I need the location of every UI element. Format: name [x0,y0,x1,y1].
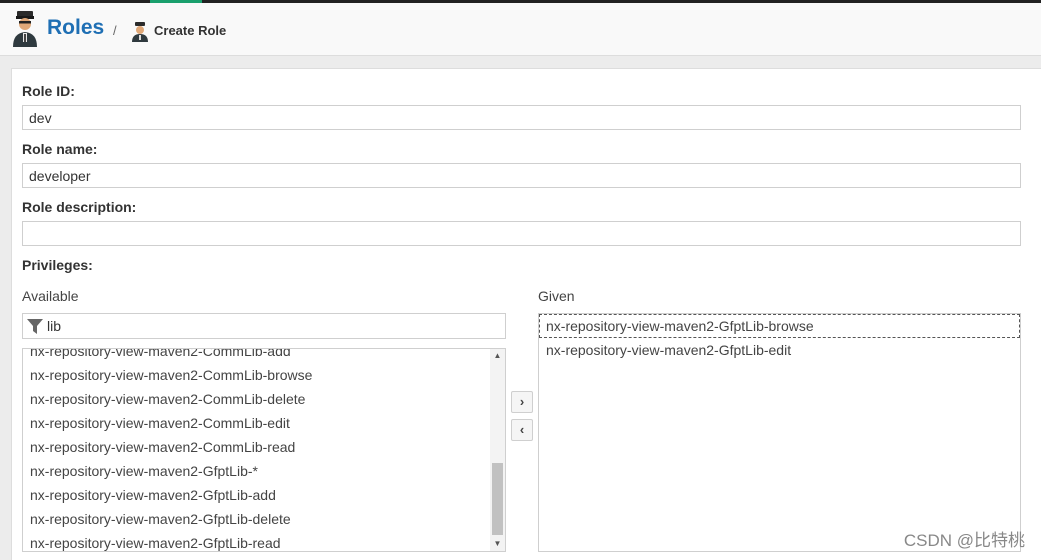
role-name-label: Role name: [22,141,98,157]
scroll-up-arrow-icon[interactable]: ▲ [490,349,505,363]
watermark: CSDN @比特桃 [903,531,1025,550]
breadcrumb-current: Create Role [154,23,227,38]
role-id-input[interactable] [22,105,1021,130]
available-list-scrollbar[interactable]: ▲ ▼ [490,349,505,551]
scrollbar-thumb[interactable] [492,463,503,535]
available-filter-input[interactable] [47,316,497,336]
role-user-icon [13,11,37,47]
role-id-label: Role ID: [22,83,75,99]
remove-privilege-button[interactable]: ‹ [511,419,533,441]
given-label: Given [538,288,575,304]
breadcrumb-separator: / [113,23,117,38]
available-filter[interactable] [22,313,506,339]
available-label: Available [22,288,79,304]
privileges-label: Privileges: [22,257,93,273]
available-privilege-item[interactable]: nx-repository-view-maven2-GfptLib-add [23,483,312,507]
role-name-input[interactable] [22,163,1021,188]
available-privilege-item[interactable]: nx-repository-view-maven2-CommLib-browse [23,363,312,387]
available-privilege-item[interactable]: nx-repository-view-maven2-CommLib-add [23,349,312,363]
available-privilege-item[interactable]: nx-repository-view-maven2-CommLib-edit [23,411,312,435]
available-privilege-item[interactable]: nx-repository-view-maven2-CommLib-read [23,435,312,459]
page-header: Roles / Create Role [0,3,1041,56]
filter-icon [27,319,43,334]
available-privilege-item[interactable]: nx-repository-view-maven2-GfptLib-* [23,459,312,483]
create-role-form: Role ID: Role name: Role description: Pr… [11,68,1041,560]
given-privileges-list[interactable]: nx-repository-view-maven2-GfptLib-browse… [538,313,1021,552]
add-privilege-button[interactable]: › [511,391,533,413]
available-privileges-list[interactable]: nx-repository-view-maven2-CommLib-add nx-… [22,348,506,552]
given-privilege-item[interactable]: nx-repository-view-maven2-GfptLib-edit [539,338,1020,362]
given-privilege-item[interactable]: nx-repository-view-maven2-GfptLib-browse [539,314,1020,338]
role-user-small-icon [132,22,148,42]
available-privilege-item[interactable]: nx-repository-view-maven2-CommLib-delete [23,387,312,411]
page-title[interactable]: Roles [47,16,104,40]
role-description-input[interactable] [22,221,1021,246]
available-privilege-item[interactable]: nx-repository-view-maven2-GfptLib-read [23,531,312,551]
available-privilege-item[interactable]: nx-repository-view-maven2-GfptLib-delete [23,507,312,531]
scroll-down-arrow-icon[interactable]: ▼ [490,537,505,551]
role-description-label: Role description: [22,199,137,215]
